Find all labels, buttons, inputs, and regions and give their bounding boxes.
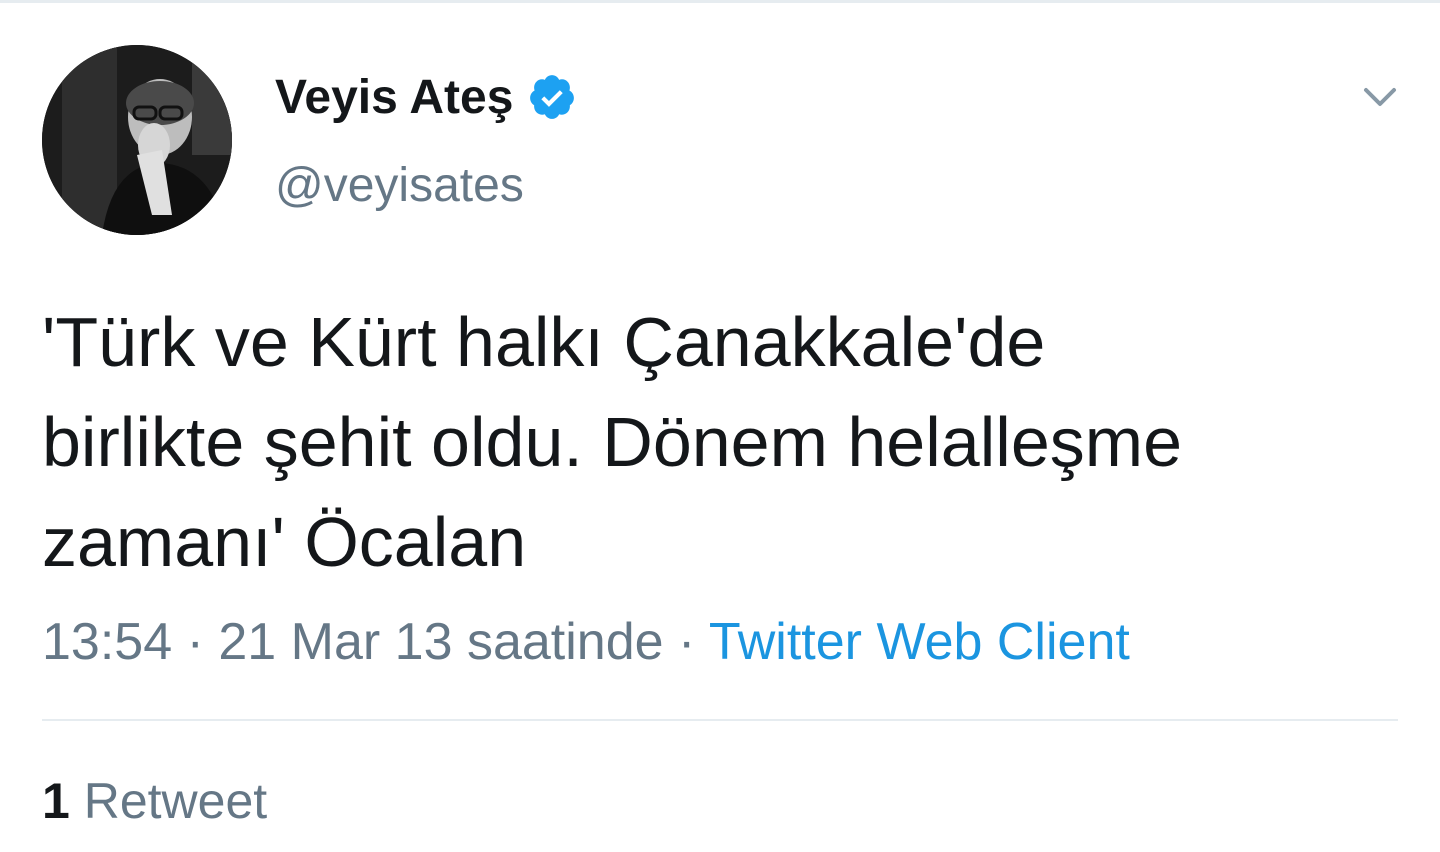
tweet-text-line: birlikte şehit oldu. Dönem helalleşme	[42, 403, 1182, 481]
author-name-row[interactable]: Veyis Ateş	[275, 64, 577, 130]
display-name[interactable]: Veyis Ateş	[275, 70, 513, 125]
tweet-text: 'Türk ve Kürt halkı Çanakkale'de birlikt…	[42, 292, 1412, 592]
retweet-count: 1	[42, 773, 70, 829]
tweet-text-line: zamanı' Öcalan	[42, 503, 527, 581]
retweet-stats[interactable]: 1 Retweet	[42, 772, 267, 830]
tweet-text-line: 'Türk ve Kürt halkı Çanakkale'de	[42, 303, 1046, 381]
meta-separator: ·	[678, 613, 696, 671]
retweet-label: Retweet	[83, 773, 268, 829]
chevron-down-icon[interactable]	[1360, 82, 1400, 112]
tweet-time[interactable]: 13:54	[42, 613, 172, 671]
tweet-date[interactable]: 21 Mar 13 saatinde	[218, 613, 663, 671]
avatar-photo	[42, 45, 232, 235]
author-handle[interactable]: @veyisates	[275, 158, 524, 213]
stats-divider	[42, 719, 1398, 721]
meta-separator: ·	[186, 613, 204, 671]
tweet-source-link[interactable]: Twitter Web Client	[709, 613, 1130, 671]
tweet-metadata: 13:54 · 21 Mar 13 saatinde · Twitter Web…	[42, 612, 1130, 672]
avatar[interactable]	[42, 45, 232, 235]
top-divider	[0, 0, 1440, 3]
verified-badge-icon	[527, 72, 577, 122]
